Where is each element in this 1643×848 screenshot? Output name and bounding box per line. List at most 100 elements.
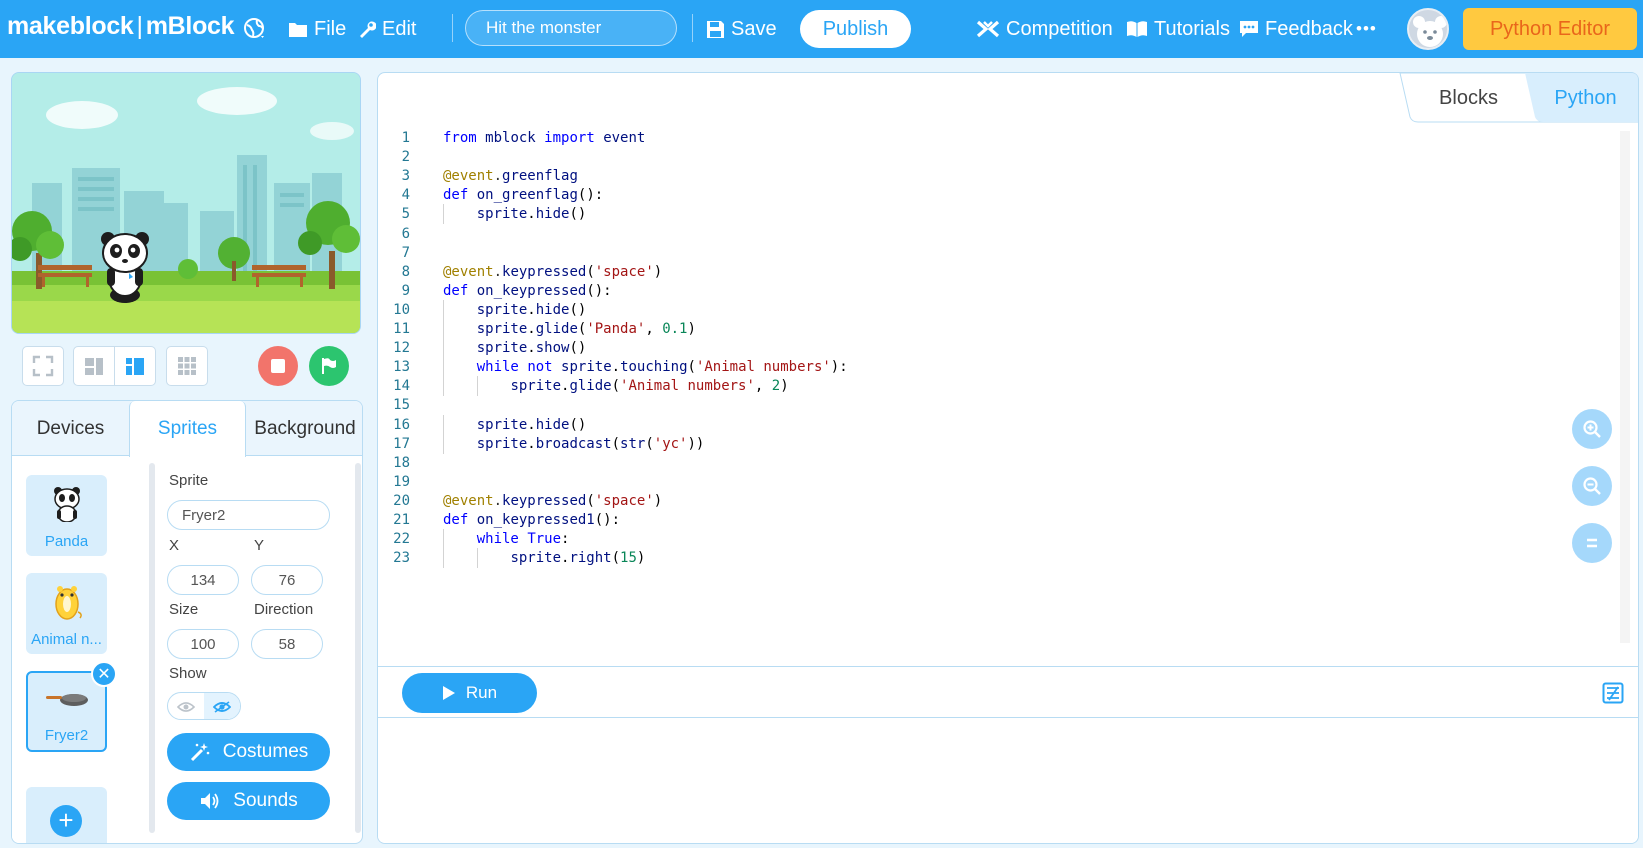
code-text: sprite.right(15) (510, 550, 646, 567)
properties-scrollbar[interactable] (355, 463, 361, 833)
code-line[interactable]: 18 (378, 453, 1578, 473)
y-position-input[interactable]: 76 (251, 565, 323, 595)
sprite-list-scrollbar[interactable] (149, 463, 155, 833)
code-line[interactable]: 14 sprite.glide('Animal numbers', 2) (378, 376, 1578, 397)
code-line[interactable]: 21 def on_keypressed1(): (378, 510, 1578, 530)
show-label: Show (169, 665, 207, 682)
line-number: 6 (401, 225, 410, 242)
hide-sprite-button[interactable] (168, 693, 204, 719)
code-line[interactable]: 1 from mblock import event (378, 128, 1578, 148)
code-line[interactable]: 22 while True: (378, 529, 1578, 550)
language-button[interactable] (243, 0, 267, 58)
zoom-reset-button[interactable] (1572, 523, 1612, 563)
avatar[interactable] (1407, 8, 1449, 50)
code-line[interactable]: 12 sprite.show() (378, 338, 1578, 359)
line-number: 4 (401, 187, 410, 204)
fullscreen-button[interactable] (22, 346, 64, 386)
publish-button[interactable]: Publish (800, 10, 911, 48)
stop-button[interactable] (258, 346, 298, 386)
sounds-button[interactable]: Sounds (167, 782, 330, 820)
code-line[interactable]: 6 (378, 224, 1578, 244)
code-line[interactable]: 15 (378, 395, 1578, 415)
feedback-link[interactable]: Feedback (1239, 0, 1353, 58)
line-number: 17 (393, 435, 410, 452)
stop-icon (271, 359, 285, 373)
save-button[interactable]: Save (706, 0, 777, 58)
line-number: 8 (401, 263, 410, 280)
code-line[interactable]: 2 (378, 147, 1578, 167)
costumes-button[interactable]: Costumes (167, 733, 330, 771)
brand-makeblock: makeblock (7, 12, 134, 40)
zoom-out-button[interactable] (1572, 466, 1612, 506)
code-line[interactable]: 16 sprite.hide() (378, 414, 1578, 435)
code-line[interactable]: 13 while not sprite.touching('Animal num… (378, 357, 1578, 378)
zoom-in-button[interactable] (1572, 409, 1612, 449)
edit-menu[interactable]: Edit (358, 0, 416, 58)
sprite-card-panda[interactable]: Panda (26, 475, 107, 556)
code-line[interactable]: 11 sprite.glide('Panda', 0.1) (378, 319, 1578, 339)
show-sprite-button[interactable] (204, 693, 240, 719)
divider (452, 14, 453, 42)
fullscreen-icon (32, 355, 54, 377)
brand-separator: | (136, 12, 144, 40)
more-menu-button[interactable]: ••• (1356, 0, 1377, 58)
sprite-panel: Devices Sprites Background Panda Animal … (11, 400, 363, 844)
line-number: 20 (393, 492, 410, 509)
sprite-card-fryer2[interactable]: Fryer2 ✕ (26, 661, 117, 752)
tab-python[interactable]: Python (1533, 73, 1638, 123)
code-line[interactable]: 3 @event.greenflag (378, 166, 1578, 186)
feedback-label: Feedback (1265, 17, 1353, 40)
small-stage-icon (85, 358, 103, 375)
tab-sprites[interactable]: Sprites (129, 401, 246, 457)
code-text: @event.keypressed('space') (443, 263, 663, 280)
code-line[interactable]: 20 @event.keypressed('space') (378, 491, 1578, 511)
floppy-disk-icon (706, 20, 725, 39)
code-text: @event.greenflag (443, 168, 578, 185)
stage-canvas[interactable] (11, 72, 361, 334)
code-scrollbar[interactable] (1620, 131, 1630, 643)
code-line[interactable]: 5 sprite.hide() (378, 204, 1578, 225)
sprite-card-animal-numbers[interactable]: Animal n... (26, 573, 107, 654)
eye-icon (213, 701, 231, 713)
line-number: 22 (393, 531, 410, 548)
code-line[interactable]: 19 (378, 472, 1578, 492)
wrench-icon (358, 20, 376, 38)
x-position-input[interactable]: 134 (167, 565, 239, 595)
competition-label: Competition (1006, 17, 1113, 40)
direction-input[interactable]: 58 (251, 629, 323, 659)
add-sprite-card[interactable]: + (26, 787, 107, 843)
code-line[interactable]: 8 @event.keypressed('space') (378, 262, 1578, 282)
code-line[interactable]: 17 sprite.broadcast(str('yc')) (378, 433, 1578, 454)
tutorials-link[interactable]: Tutorials (1126, 0, 1230, 58)
tab-devices[interactable]: Devices (12, 401, 129, 456)
tab-blocks[interactable]: Blocks (1416, 73, 1521, 123)
python-code-area[interactable]: 1 from mblock import event 2 3 @event.greenf… (378, 123, 1618, 663)
green-flag-button[interactable] (309, 346, 349, 386)
brand-mblock: mBlock (145, 12, 235, 40)
size-input[interactable]: 100 (167, 629, 239, 659)
sprite-name-input[interactable]: Fryer2 (167, 500, 330, 530)
tab-background[interactable]: Background (246, 401, 362, 456)
small-stage-button[interactable] (73, 346, 115, 386)
code-text: sprite.broadcast(str('yc')) (476, 435, 705, 452)
output-console[interactable] (378, 719, 1638, 843)
code-line[interactable]: 7 (378, 243, 1578, 263)
brand-logo: makeblock | mBlock (7, 12, 235, 41)
code-text: sprite.glide('Animal numbers', 2) (510, 378, 789, 395)
code-line[interactable]: 23 sprite.right(15) (378, 548, 1578, 569)
competition-link[interactable]: Competition (976, 0, 1113, 58)
run-button[interactable]: Run (402, 673, 537, 713)
line-number: 3 (401, 168, 410, 185)
output-toggle-button[interactable] (1602, 682, 1624, 709)
large-stage-icon (126, 358, 144, 375)
chat-bubble-icon (1239, 20, 1259, 38)
code-line[interactable]: 9 def on_keypressed(): (378, 281, 1578, 301)
code-line[interactable]: 4 def on_greenflag(): (378, 185, 1578, 205)
delete-sprite-button[interactable]: ✕ (91, 661, 117, 687)
file-menu[interactable]: File (288, 0, 346, 58)
grid-view-button[interactable] (166, 346, 208, 386)
python-editor-button[interactable]: Python Editor (1463, 8, 1637, 50)
project-name-input[interactable]: Hit the monster (465, 10, 677, 46)
code-line[interactable]: 10 sprite.hide() (378, 299, 1578, 320)
large-stage-button[interactable] (114, 346, 156, 386)
